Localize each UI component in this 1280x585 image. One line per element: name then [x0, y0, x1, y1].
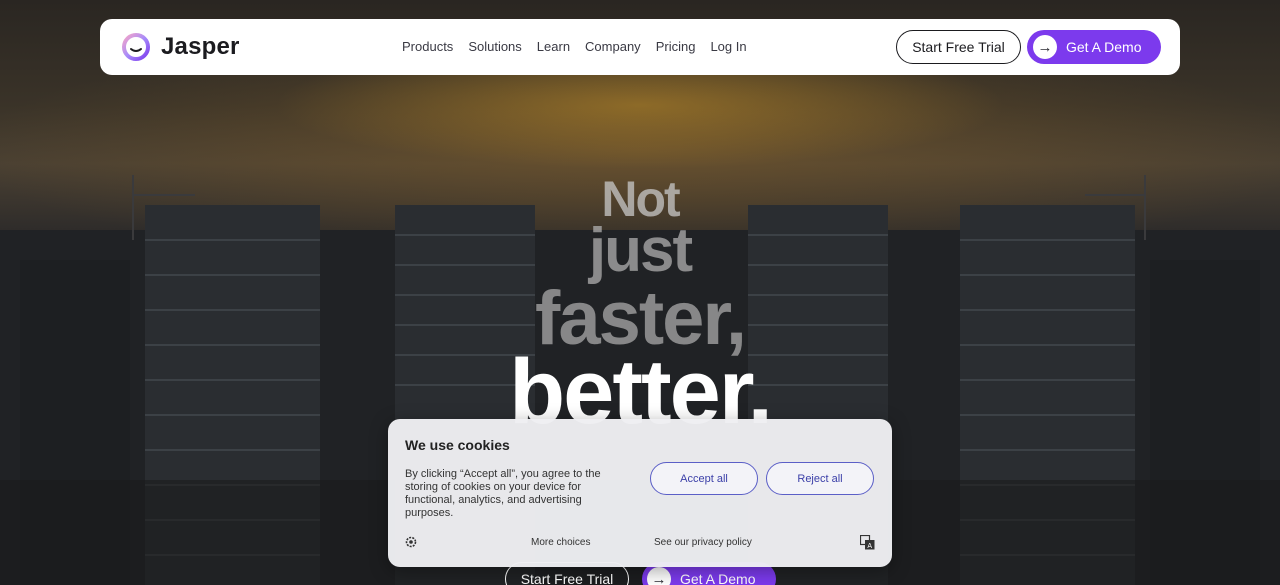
- nav-products[interactable]: Products: [402, 39, 453, 54]
- nav-company[interactable]: Company: [585, 39, 641, 54]
- cookie-consent-banner: We use cookies By clicking “Accept all”,…: [388, 419, 892, 567]
- accept-all-button[interactable]: Accept all: [650, 462, 758, 495]
- cookie-description: By clicking “Accept all”, you agree to t…: [405, 468, 601, 519]
- brand-name: Jasper: [161, 33, 240, 60]
- get-a-demo-button[interactable]: → Get A Demo: [1027, 30, 1161, 64]
- nav-pricing[interactable]: Pricing: [656, 39, 696, 54]
- get-a-demo-label: Get A Demo: [1066, 39, 1142, 55]
- arrow-right-icon: →: [647, 567, 671, 585]
- hero-get-a-demo-label: Get A Demo: [680, 571, 756, 585]
- more-choices-link[interactable]: More choices: [531, 537, 590, 548]
- top-navigation-bar: Jasper Products Solutions Learn Company …: [100, 19, 1180, 75]
- brand-logo[interactable]: Jasper: [119, 32, 240, 62]
- svg-text:A: A: [867, 543, 872, 550]
- start-free-trial-button[interactable]: Start Free Trial: [896, 30, 1021, 64]
- reject-all-button[interactable]: Reject all: [766, 462, 874, 495]
- privacy-policy-link[interactable]: See our privacy policy: [654, 537, 752, 548]
- nav-learn[interactable]: Learn: [537, 39, 570, 54]
- main-menu: Products Solutions Learn Company Pricing…: [402, 39, 762, 54]
- jasper-logo-icon: [122, 33, 150, 61]
- cookie-settings-gear-icon[interactable]: [404, 535, 418, 549]
- arrow-right-icon: →: [1033, 35, 1057, 59]
- nav-login[interactable]: Log In: [710, 39, 746, 54]
- language-translate-icon[interactable]: A: [860, 535, 875, 550]
- nav-solutions[interactable]: Solutions: [468, 39, 521, 54]
- cookie-title: We use cookies: [405, 437, 510, 453]
